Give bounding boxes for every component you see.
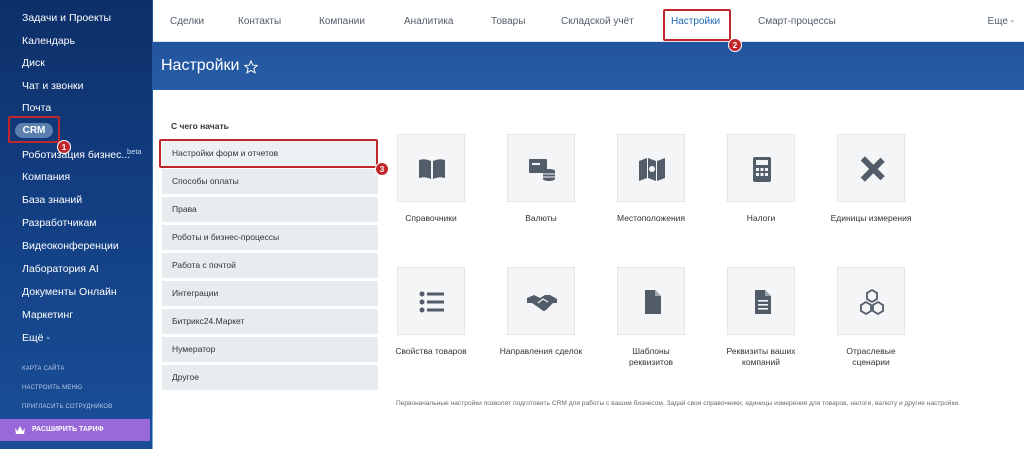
document-text-icon — [755, 290, 771, 314]
beta-badge: beta — [127, 147, 142, 156]
tab-products[interactable]: Товары — [491, 16, 525, 27]
tile-label-locations: Местоположения — [617, 213, 685, 223]
sidebar-item-chat[interactable]: Чат и звонки — [22, 80, 84, 92]
tab-inventory[interactable]: Складской учёт — [561, 16, 634, 27]
tile-currencies[interactable] — [507, 134, 575, 202]
configure-menu-link[interactable]: НАСТРОИТЬ МЕНЮ — [22, 385, 82, 391]
sidebar-item-documents[interactable]: Документы Онлайн — [22, 286, 117, 298]
tile-label-units: Единицы измерения — [830, 213, 912, 223]
tab-companies[interactable]: Компании — [319, 16, 365, 27]
invite-users-link[interactable]: ПРИГЛАСИТЬ СОТРУДНИКОВ — [22, 404, 112, 410]
tab-contacts[interactable]: Контакты — [238, 16, 281, 27]
currency-icon — [529, 159, 555, 181]
tile-label-product-properties: Свойства товаров — [395, 346, 467, 356]
menu-item-other[interactable]: Другое — [162, 365, 378, 390]
ruler-pencil-icon — [860, 156, 885, 182]
sitemap-link[interactable]: КАРТА САЙТА — [22, 366, 65, 372]
menu-item-numerator[interactable]: Нумератор — [162, 337, 378, 362]
tile-company-requisites[interactable] — [727, 267, 795, 335]
upgrade-plan-label: РАСШИРИТЬ ТАРИФ — [32, 426, 104, 433]
tab-smart-processes[interactable]: Смарт-процессы — [758, 16, 836, 27]
sidebar-item-disk[interactable]: Диск — [22, 57, 45, 69]
sidebar-item-more[interactable]: Ещё - — [22, 332, 50, 344]
sidebar-item-tasks[interactable]: Задачи и Проекты — [22, 12, 111, 24]
sidebar-item-marketing[interactable]: Маркетинг — [22, 309, 73, 321]
sidebar-item-knowledge[interactable]: База знаний — [22, 194, 82, 206]
tile-directories[interactable] — [397, 134, 465, 202]
tab-deals[interactable]: Сделки — [170, 16, 204, 27]
page-title: Настройки — [161, 57, 240, 74]
tile-locations[interactable] — [617, 134, 685, 202]
tile-label-directories: Справочники — [405, 213, 457, 223]
sidebar-item-automation[interactable]: Роботизация бизнес... — [22, 149, 130, 161]
tile-label-industry-scenarios: Отраслевые сценарии — [846, 346, 896, 367]
tile-product-properties[interactable] — [397, 267, 465, 335]
highlight-settings-tab — [663, 9, 731, 41]
sidebar-item-ai-lab[interactable]: Лаборатория AI — [22, 263, 99, 275]
tile-requisite-templates[interactable] — [617, 267, 685, 335]
menu-item-mail[interactable]: Работа с почтой — [162, 253, 378, 278]
crm-top-nav: Сделки Контакты Компании Аналитика Товар… — [153, 0, 1024, 42]
upgrade-plan-button[interactable]: РАСШИРИТЬ ТАРИФ — [0, 419, 150, 441]
tab-analytics[interactable]: Аналитика — [404, 16, 454, 27]
highlight-crm — [8, 116, 60, 143]
star-icon[interactable] — [244, 60, 258, 74]
menu-item-permissions[interactable]: Права — [162, 197, 378, 222]
menu-item-robots[interactable]: Роботы и бизнес-процессы — [162, 225, 378, 250]
settings-menu-title: С чего начать — [171, 121, 229, 131]
menu-item-market[interactable]: Битрикс24.Маркет — [162, 309, 378, 334]
tile-industry-scenarios[interactable] — [837, 267, 905, 335]
menu-item-payment-methods[interactable]: Способы оплаты — [162, 169, 378, 194]
step-badge-3: 3 — [375, 162, 389, 176]
tile-label-deal-pipelines: Направления сделок — [499, 346, 583, 356]
tile-taxes[interactable] — [727, 134, 795, 202]
sidebar-item-mail[interactable]: Почта — [22, 102, 51, 114]
sidebar-item-company[interactable]: Компания — [22, 171, 70, 183]
tile-label-taxes: Налоги — [746, 213, 776, 223]
step-badge-2: 2 — [728, 38, 742, 52]
step-badge-1: 1 — [57, 140, 71, 154]
tile-label-company-requisites: Реквизиты ваших компаний — [726, 346, 796, 367]
tile-label-currencies: Валюты — [525, 213, 557, 223]
list-icon — [419, 291, 444, 313]
tile-units[interactable] — [837, 134, 905, 202]
book-icon — [419, 159, 445, 179]
document-icon — [645, 290, 661, 314]
highlight-forms-reports — [159, 139, 378, 168]
crown-icon — [15, 426, 25, 434]
tile-label-requisite-templates: Шаблоны реквизитов — [628, 346, 674, 367]
tile-deal-pipelines[interactable] — [507, 267, 575, 335]
sidebar-item-video[interactable]: Видеоконференции — [22, 240, 119, 252]
tab-more[interactable]: Еще - — [988, 16, 1014, 27]
map-icon — [639, 158, 665, 181]
handshake-icon — [527, 295, 557, 311]
sidebar-item-developers[interactable]: Разработчикам — [22, 217, 97, 229]
menu-item-integrations[interactable]: Интеграции — [162, 281, 378, 306]
settings-footnote: Первоначальные настройки позволят подгот… — [396, 400, 960, 407]
calculator-icon — [753, 157, 771, 182]
sidebar: Задачи и Проекты Календарь Диск Чат и зв… — [0, 0, 152, 449]
sidebar-item-calendar[interactable]: Календарь — [22, 35, 75, 47]
cubes-icon — [860, 288, 884, 316]
